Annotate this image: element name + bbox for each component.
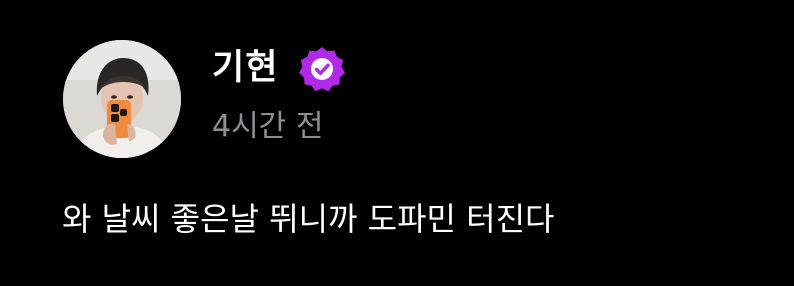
post-timestamp: 4시간 전 bbox=[212, 109, 324, 144]
post-text: 와 날씨 좋은날 뛰니까 도파민 터진다 bbox=[62, 200, 555, 238]
avatar-photo bbox=[63, 40, 181, 158]
avatar[interactable] bbox=[63, 40, 181, 158]
post-card: 기현 4시간 전 와 날씨 좋은날 뛰니까 도파민 터진다 bbox=[0, 0, 794, 286]
author-name[interactable]: 기현 bbox=[212, 42, 278, 94]
verified-badge-icon bbox=[298, 45, 346, 93]
